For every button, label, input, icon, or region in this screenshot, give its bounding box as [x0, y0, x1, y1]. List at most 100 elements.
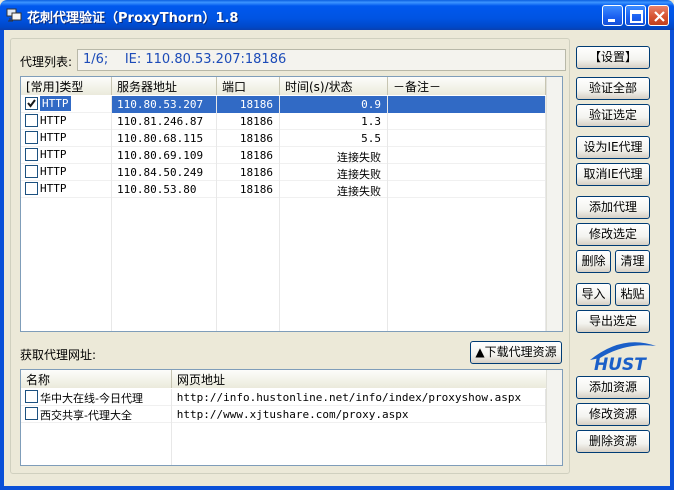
- proxy-address: 110.80.53.207: [112, 96, 217, 113]
- maximize-icon: [630, 10, 643, 23]
- proxy-note: [388, 113, 546, 130]
- source-row[interactable]: 西交共享-代理大全 http://www.xjtushare.com/proxy.…: [21, 406, 546, 423]
- proxy-list-scrollbar[interactable]: [546, 77, 562, 331]
- source-list[interactable]: 名称 网页地址 华中大在线-今日代理 http://info.hustonline.…: [20, 369, 563, 466]
- proxy-type: HTTP: [40, 96, 71, 111]
- proxy-port: 18186: [217, 96, 280, 113]
- proxy-row[interactable]: HTTP 110.84.50.249 18186 连接失败: [21, 164, 546, 181]
- checkbox-icon[interactable]: [25, 182, 38, 195]
- maximize-button[interactable]: [625, 5, 646, 26]
- source-list-scrollbar[interactable]: [546, 370, 562, 465]
- proxy-status: 0.9: [280, 96, 388, 113]
- edit-selected-button[interactable]: 修改选定: [576, 223, 650, 246]
- settings-button[interactable]: 【设置】: [576, 46, 650, 69]
- proxy-port: 18186: [217, 147, 280, 164]
- proxy-note: [388, 164, 546, 181]
- proxy-address: 110.80.68.115: [112, 130, 217, 147]
- grid-line: [111, 96, 112, 331]
- proxy-type: HTTP: [40, 114, 67, 127]
- column-header[interactable]: 服务器地址: [112, 77, 217, 95]
- proxy-port: 18186: [217, 181, 280, 198]
- title-bar[interactable]: 花刺代理验证（ProxyThorn）1.8: [0, 0, 674, 30]
- verify-selected-button[interactable]: 验证选定: [576, 104, 650, 127]
- proxy-list-header: [常用]类型 服务器地址 端口 时间(s)/状态 －备注－: [21, 77, 546, 95]
- proxy-address: 110.80.69.109: [112, 147, 217, 164]
- source-name: 西交共享-代理大全: [40, 409, 132, 422]
- window-frame-left: [0, 30, 4, 490]
- checkbox-icon[interactable]: [25, 407, 38, 420]
- column-header[interactable]: －备注－: [388, 77, 546, 95]
- proxy-status: 1.3: [280, 113, 388, 130]
- column-header[interactable]: 端口: [217, 77, 280, 95]
- proxy-status: 5.5: [280, 130, 388, 147]
- svg-text:HUST: HUST: [594, 355, 647, 374]
- import-button[interactable]: 导入: [576, 283, 611, 306]
- proxy-status: 连接失败: [280, 147, 388, 164]
- column-header[interactable]: 网页地址: [172, 370, 547, 388]
- close-icon: [654, 11, 665, 22]
- proxy-type: HTTP: [40, 182, 67, 195]
- proxy-note: [388, 130, 546, 147]
- delete-source-button[interactable]: 删除资源: [576, 430, 650, 453]
- verify-all-button[interactable]: 验证全部: [576, 77, 650, 100]
- hust-logo: HUST: [590, 342, 656, 374]
- proxy-row[interactable]: HTTP 110.80.68.115 18186 5.5: [21, 130, 546, 147]
- proxy-status: 连接失败: [280, 181, 388, 198]
- proxy-note: [388, 181, 546, 198]
- source-url: http://www.xjtushare.com/proxy.aspx: [172, 406, 546, 423]
- column-header[interactable]: [常用]类型: [21, 77, 112, 95]
- grid-line: [279, 96, 280, 331]
- checkbox-icon[interactable]: [25, 148, 38, 161]
- source-url: http://info.hustonline.net/info/index/pr…: [172, 389, 546, 406]
- window-frame-right: [670, 30, 674, 490]
- add-proxy-button[interactable]: 添加代理: [576, 196, 650, 219]
- paste-button[interactable]: 粘贴: [615, 283, 650, 306]
- minimize-button[interactable]: [602, 5, 623, 26]
- window-title: 花刺代理验证（ProxyThorn）1.8: [27, 11, 239, 26]
- checkbox-icon[interactable]: [25, 390, 38, 403]
- proxy-list-body[interactable]: HTTP 110.80.53.207 18186 0.9 HTTP 110.81.246.…: [21, 96, 546, 331]
- proxy-note: [388, 96, 546, 113]
- download-sources-button[interactable]: ▲下载代理资源: [470, 341, 562, 364]
- proxy-address: 110.84.50.249: [112, 164, 217, 181]
- minimize-icon: [608, 19, 615, 22]
- source-row[interactable]: 华中大在线-今日代理 http://info.hustonline.net/inf…: [21, 389, 546, 406]
- set-ie-proxy-button[interactable]: 设为IE代理: [576, 136, 650, 159]
- proxy-port: 18186: [217, 113, 280, 130]
- cancel-ie-proxy-button[interactable]: 取消IE代理: [576, 163, 650, 186]
- proxy-row[interactable]: HTTP 110.80.53.207 18186 0.9: [21, 96, 546, 113]
- edit-source-button[interactable]: 修改资源: [576, 403, 650, 426]
- source-url-label: 获取代理网址:: [20, 348, 97, 362]
- window-frame-bottom: [0, 486, 674, 490]
- checkbox-icon[interactable]: [25, 114, 38, 127]
- proxy-type: HTTP: [40, 148, 67, 161]
- checkbox-icon[interactable]: [25, 131, 38, 144]
- source-list-header: 名称 网页地址: [21, 370, 547, 388]
- proxy-port: 18186: [217, 130, 280, 147]
- source-list-body[interactable]: 华中大在线-今日代理 http://info.hustonline.net/inf…: [21, 389, 547, 465]
- proxy-status: 连接失败: [280, 164, 388, 181]
- proxy-row[interactable]: HTTP 110.81.246.87 18186 1.3: [21, 113, 546, 130]
- current-proxy-info: 1/6; IE: 110.80.53.207:18186: [77, 49, 566, 71]
- proxy-address: 110.81.246.87: [112, 113, 217, 130]
- proxy-list-label: 代理列表:: [20, 55, 73, 69]
- close-button[interactable]: [648, 5, 669, 26]
- app-icon: [6, 8, 22, 22]
- delete-button[interactable]: 删除: [576, 250, 611, 273]
- proxy-note: [388, 147, 546, 164]
- grid-line: [387, 96, 388, 331]
- proxy-row[interactable]: HTTP 110.80.69.109 18186 连接失败: [21, 147, 546, 164]
- checkbox-checked-icon[interactable]: [25, 97, 38, 110]
- proxy-address: 110.80.53.80: [112, 181, 217, 198]
- proxy-list[interactable]: [常用]类型 服务器地址 端口 时间(s)/状态 －备注－ HTTP 110.80.53.…: [20, 76, 563, 332]
- add-source-button[interactable]: 添加资源: [576, 376, 650, 399]
- clear-button[interactable]: 清理: [615, 250, 650, 273]
- checkbox-icon[interactable]: [25, 165, 38, 178]
- proxy-type: HTTP: [40, 131, 67, 144]
- export-selected-button[interactable]: 导出选定: [576, 310, 650, 333]
- proxy-row[interactable]: HTTP 110.80.53.80 18186 连接失败: [21, 181, 546, 198]
- source-name: 华中大在线-今日代理: [40, 392, 143, 405]
- column-header[interactable]: 时间(s)/状态: [280, 77, 388, 95]
- column-header[interactable]: 名称: [21, 370, 172, 388]
- proxy-port: 18186: [217, 164, 280, 181]
